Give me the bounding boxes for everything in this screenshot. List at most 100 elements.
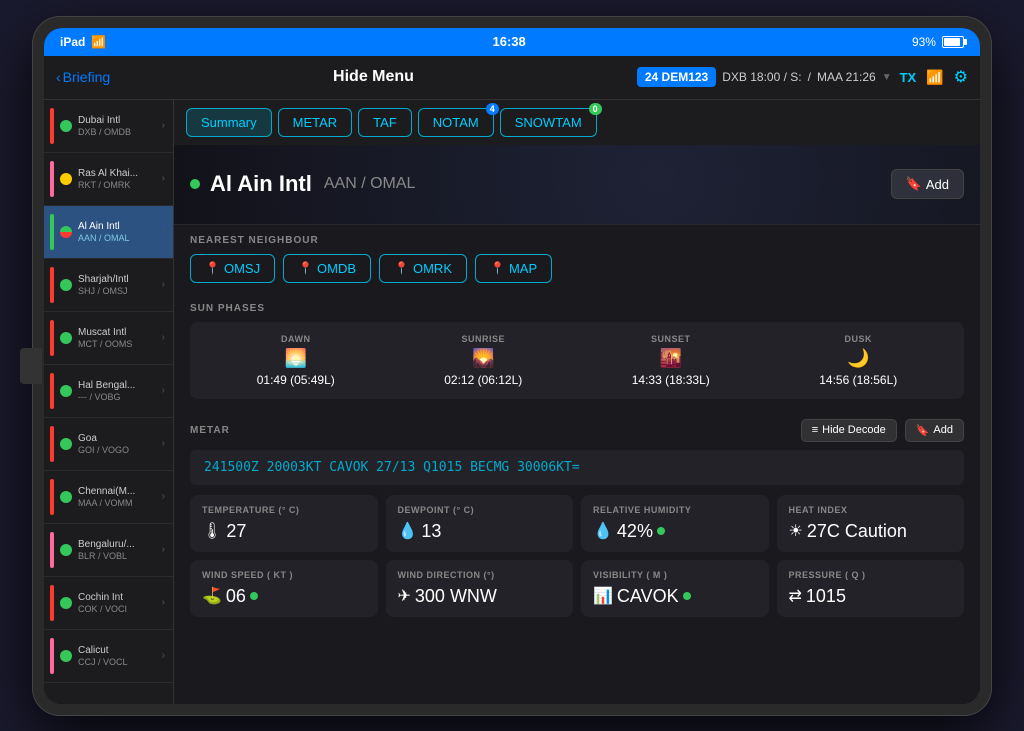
sun-phase-label: DUSK — [844, 334, 872, 344]
neighbour-btn-map[interactable]: 📍MAP — [475, 254, 552, 283]
status-dot — [60, 173, 72, 185]
sun-phase-label: SUNRISE — [461, 334, 505, 344]
weather-card-value: 💧13 — [398, 521, 562, 542]
chevron-right-icon: › — [162, 544, 165, 555]
weather-card-value: ☀27C Caution — [789, 521, 953, 542]
indicator-bar — [50, 214, 54, 250]
sun-phase-icon: 🌙 — [847, 348, 869, 369]
chevron-right-icon: › — [162, 597, 165, 608]
tab-summary[interactable]: Summary — [186, 108, 272, 137]
weather-value-icon: 💧 — [398, 521, 418, 541]
airport-pin-icon: 📍 — [490, 261, 505, 275]
chevron-right-icon: › — [162, 332, 165, 343]
airport-code: MCT / OOMS — [78, 339, 162, 349]
indicator-bar — [50, 267, 54, 303]
hide-decode-button[interactable]: ≡ Hide Decode — [801, 419, 897, 442]
status-time: 16:38 — [493, 34, 526, 49]
sidebar-item[interactable]: Ras Al Khai...RKT / OMRK› — [44, 153, 173, 206]
sun-phase-time: 14:56 (18:56L) — [819, 373, 897, 387]
bookmark-icon: 🔖 — [906, 176, 922, 192]
airport-name: Goa — [78, 433, 162, 445]
weather-grid-1: TEMPERATURE (° C)🌡27DEWPOINT (° C)💧13REL… — [190, 495, 964, 552]
weather-card-label: PRESSURE ( Q ) — [789, 570, 953, 580]
sun-phase-dawn: DAWN🌅01:49 (05:49L) — [206, 334, 386, 387]
sidebar-item[interactable]: Chennai(M...MAA / VOMM› — [44, 471, 173, 524]
weather-card-value: ⇄1015 — [789, 586, 953, 607]
weather-card-value: ⛳06 — [202, 586, 366, 607]
sidebar-item[interactable]: Al Ain IntlAAN / OMAL› — [44, 206, 173, 259]
nearest-neighbour-section: NEAREST NEIGHBOUR 📍 OMSJ 📍 OMDB 📍OMRK 📍MAP — [174, 225, 980, 293]
sidebar-item[interactable]: Muscat IntlMCT / OOMS› — [44, 312, 173, 365]
sidebar-item[interactable]: Bengaluru/...BLR / VOBL› — [44, 524, 173, 577]
airport-name: Cochin Int — [78, 592, 162, 604]
nearest-neighbour-title: NEAREST NEIGHBOUR — [190, 235, 964, 246]
tab-metar[interactable]: METAR — [278, 108, 353, 137]
status-dot — [60, 650, 72, 662]
content-area: SummaryMETARTAFNOTAM4SNOWTAM0 Al Ain Int… — [174, 100, 980, 704]
neighbour-btn-omdb[interactable]: 📍 OMDB — [283, 254, 371, 283]
device-label: iPad — [60, 35, 85, 49]
airport-code: DXB / OMDB — [78, 127, 162, 137]
nav-title[interactable]: Hide Menu — [118, 68, 629, 86]
airport-code: RKT / OMRK — [78, 180, 162, 190]
metar-title: METAR — [190, 425, 230, 436]
status-dot — [60, 279, 72, 291]
battery-icon — [942, 36, 964, 48]
airport-add-button[interactable]: 🔖 Add — [891, 169, 964, 199]
sun-phase-label: DAWN — [281, 334, 311, 344]
indicator-bar — [50, 108, 54, 144]
tab-notam[interactable]: NOTAM4 — [418, 108, 494, 137]
neighbour-label: OMDB — [317, 261, 356, 276]
sun-phase-icon: 🌇 — [660, 348, 682, 369]
weather-card-label: VISIBILITY ( M ) — [593, 570, 757, 580]
tab-badge: 0 — [589, 103, 602, 115]
weather-value-text: 1015 — [806, 586, 846, 607]
back-chevron-icon: ‹ — [56, 69, 61, 85]
nav-icons: TX 📶 ⚙ — [900, 67, 968, 87]
chevron-right-icon: › — [162, 120, 165, 131]
airport-pin-icon: 📍 — [298, 261, 313, 275]
metar-add-button[interactable]: 🔖 Add — [905, 419, 964, 442]
sidebar-item[interactable]: Cochin IntCOK / VOCI› — [44, 577, 173, 630]
weather-card: HEAT INDEX ☀27C Caution — [777, 495, 965, 552]
weather-value-text: 13 — [421, 521, 441, 542]
weather-card: WIND DIRECTION (°)✈300 WNW — [386, 560, 574, 617]
metar-raw: 241500Z 20003KT CAVOK 27/13 Q1015 BECMG … — [190, 450, 964, 485]
sun-phase-time: 02:12 (06:12L) — [444, 373, 522, 387]
sun-phase-label: SUNSET — [651, 334, 691, 344]
sidebar-item[interactable]: GoaGOI / VOGO› — [44, 418, 173, 471]
weather-value-text: 42% — [617, 521, 653, 542]
airport-pin-icon: 📍 — [205, 261, 220, 275]
sun-phase-dusk: DUSK 🌙 14:56 (18:56L) — [769, 334, 949, 387]
indicator-bar — [50, 426, 54, 462]
flight-chevron-icon[interactable]: ▼ — [882, 72, 892, 83]
tab-taf[interactable]: TAF — [358, 108, 412, 137]
neighbour-buttons: 📍 OMSJ 📍 OMDB 📍OMRK 📍MAP — [190, 254, 964, 283]
sidebar-item[interactable]: Hal Bengal...--- / VOBG› — [44, 365, 173, 418]
weather-value-text: CAVOK — [617, 586, 679, 607]
metar-actions: ≡ Hide Decode 🔖 Add — [801, 419, 964, 442]
flight-badge[interactable]: 24 DEM123 — [637, 67, 716, 87]
sun-phase-icon: 🌄 — [472, 348, 494, 369]
airport-name: Ras Al Khai... — [78, 168, 162, 180]
tx-label[interactable]: TX — [900, 70, 917, 85]
sidebar-item[interactable]: Sharjah/IntlSHJ / OMSJ› — [44, 259, 173, 312]
home-button[interactable] — [20, 348, 42, 384]
chevron-right-icon: › — [162, 173, 165, 184]
neighbour-label: OMSJ — [224, 261, 260, 276]
wifi-icon: 📶 — [91, 35, 106, 49]
settings-icon[interactable]: ⚙ — [954, 67, 968, 87]
metar-header: METAR ≡ Hide Decode 🔖 Add — [190, 419, 964, 442]
neighbour-btn-omsj[interactable]: 📍 OMSJ — [190, 254, 275, 283]
back-button[interactable]: ‹ Briefing — [56, 69, 110, 85]
weather-value-text: 27C Caution — [807, 521, 907, 542]
weather-card-label: HEAT INDEX — [789, 505, 953, 515]
weather-grid-2: WIND SPEED ( KT )⛳06WIND DIRECTION (°)✈3… — [190, 560, 964, 617]
sun-phases-title: SUN PHASES — [190, 303, 964, 314]
neighbour-btn-omrk[interactable]: 📍OMRK — [379, 254, 467, 283]
airport-name: Sharjah/Intl — [78, 274, 162, 286]
tab-snowtam[interactable]: SNOWTAM0 — [500, 108, 597, 137]
sidebar-item[interactable]: CalicutCCJ / VOCL› — [44, 630, 173, 683]
weather-value-icon: 🌡 — [202, 521, 222, 541]
sidebar-item[interactable]: Dubai IntlDXB / OMDB› — [44, 100, 173, 153]
